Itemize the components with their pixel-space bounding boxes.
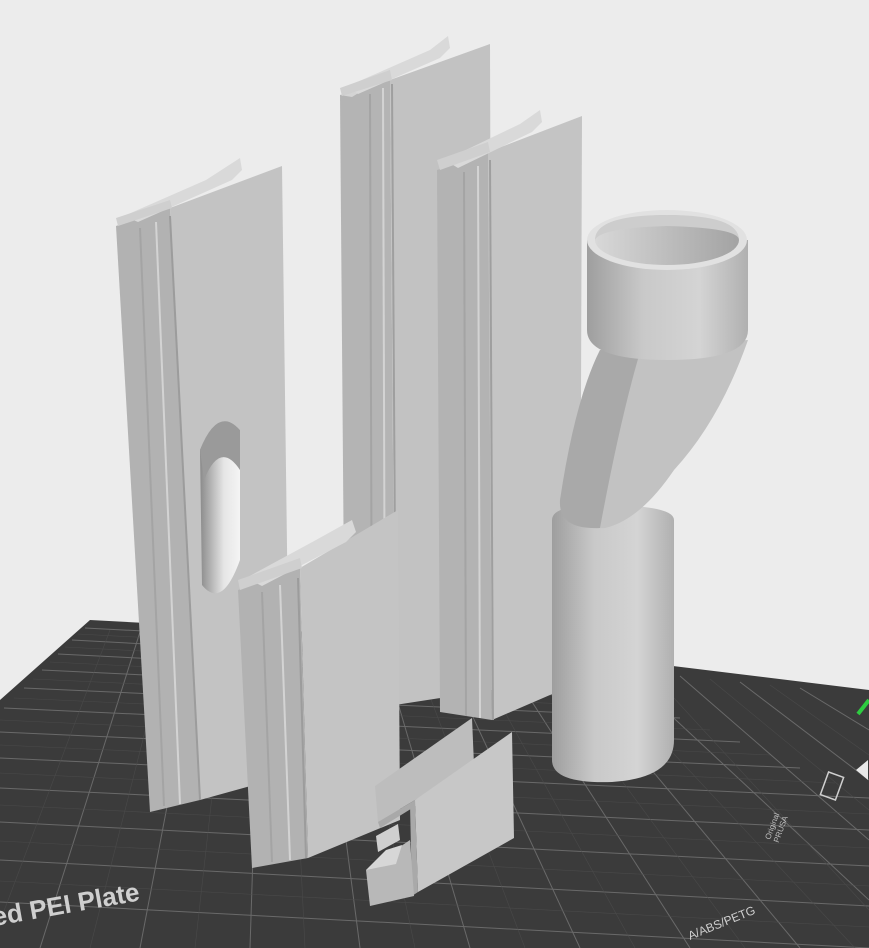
panel-slot-cutout bbox=[200, 421, 240, 594]
3d-viewport[interactable]: ed PEI Plate A/ABS/PETG Original PRUSA bbox=[0, 0, 869, 948]
scene-canvas[interactable]: ed PEI Plate A/ABS/PETG Original PRUSA bbox=[0, 0, 869, 948]
